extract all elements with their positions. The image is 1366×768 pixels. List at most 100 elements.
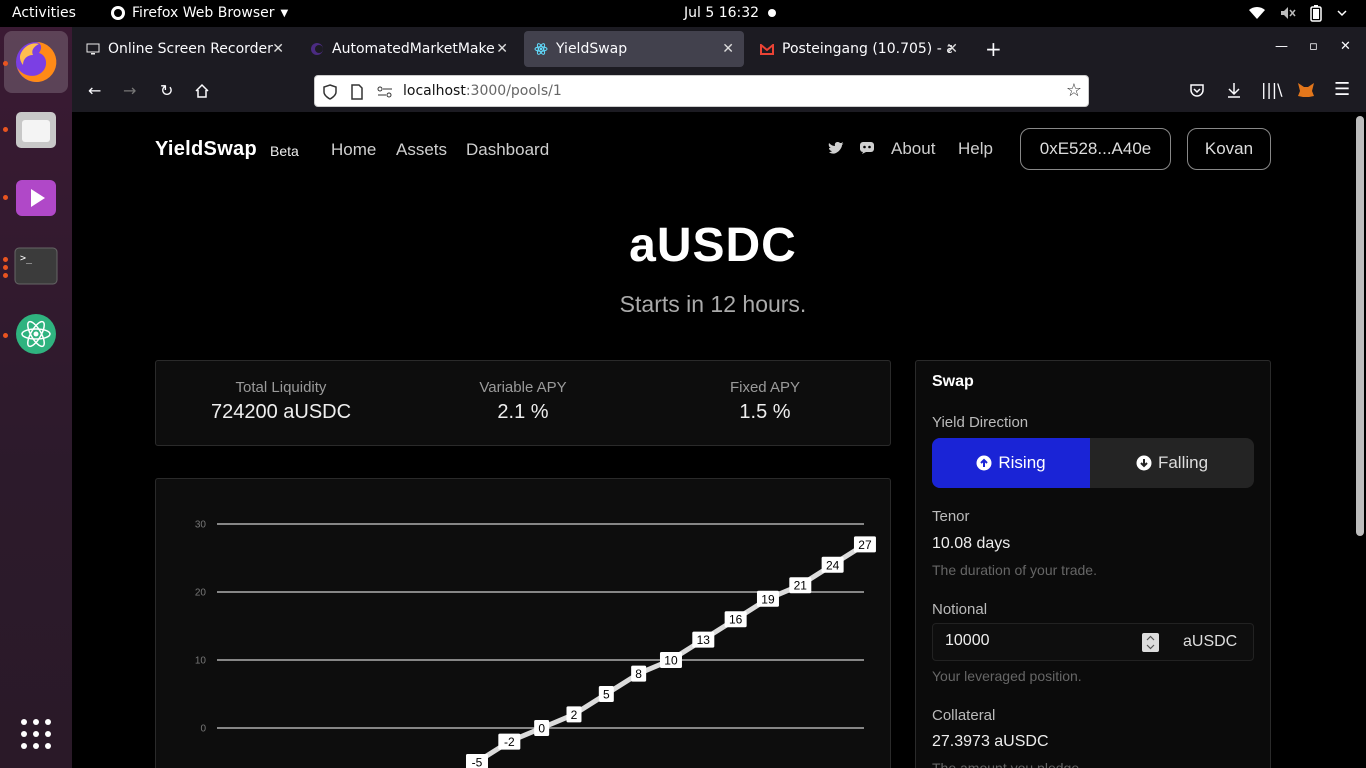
scrollbar[interactable] bbox=[1356, 116, 1364, 536]
wifi-icon bbox=[1249, 6, 1265, 19]
page-content: YieldSwap Beta Home Assets Dashboard Abo… bbox=[72, 112, 1366, 768]
notional-label: Notional bbox=[932, 601, 988, 618]
activities-button[interactable]: Activities bbox=[12, 5, 76, 21]
page-icon[interactable] bbox=[351, 84, 363, 100]
pocket-icon[interactable] bbox=[1189, 83, 1205, 99]
bookmark-star-icon[interactable]: ☆ bbox=[1066, 80, 1082, 101]
system-top-bar: Activities Firefox Web Browser ▼ Jul 5 1… bbox=[0, 0, 1366, 27]
clock[interactable]: Jul 5 16:32 bbox=[684, 5, 759, 21]
monitor-icon bbox=[86, 43, 100, 55]
falling-button[interactable]: Falling bbox=[1090, 438, 1254, 488]
browser-chrome: Online Screen Recorder ✕ AutomatedMarket… bbox=[72, 27, 1366, 112]
pool-subtitle: Starts in 12 hours. bbox=[619, 291, 807, 317]
power-menu-icon bbox=[1337, 10, 1347, 17]
wallet-address-button[interactable]: 0xE528...A40e bbox=[1020, 128, 1171, 170]
nav-about[interactable]: About bbox=[891, 139, 935, 159]
twitter-icon[interactable] bbox=[828, 141, 845, 155]
data-label: 13 bbox=[697, 633, 711, 647]
app-grid-icon bbox=[21, 719, 51, 749]
dock-show-apps[interactable] bbox=[4, 703, 68, 765]
stat-variable-apy: Variable APY 2.1 % bbox=[406, 379, 640, 424]
close-window-button[interactable]: ✕ bbox=[1340, 39, 1351, 54]
home-icon[interactable] bbox=[194, 83, 210, 99]
dock-media-player[interactable] bbox=[4, 167, 68, 229]
shield-icon[interactable] bbox=[323, 84, 337, 100]
nav-help[interactable]: Help bbox=[958, 139, 993, 159]
tenor-value: 10.08 days bbox=[932, 535, 1011, 552]
tab-automated-market-maker[interactable]: AutomatedMarketMaker ✕ bbox=[300, 31, 518, 67]
nav-assets[interactable]: Assets bbox=[396, 140, 447, 160]
running-indicator bbox=[3, 257, 8, 262]
data-label: 8 bbox=[635, 667, 642, 681]
battery-icon bbox=[1310, 5, 1322, 22]
url-text[interactable]: localhost:3000/pools/1 bbox=[403, 83, 562, 99]
gmail-icon bbox=[760, 43, 774, 55]
swap-title: Swap bbox=[932, 373, 974, 390]
firefox-icon bbox=[16, 41, 57, 82]
yield-direction-toggle: Rising Falling bbox=[932, 438, 1254, 488]
data-label: 24 bbox=[826, 558, 840, 572]
reload-button[interactable]: ↻ bbox=[160, 81, 173, 100]
url-path: :3000/pools/1 bbox=[465, 83, 562, 99]
running-indicator bbox=[3, 333, 8, 338]
notional-input[interactable] bbox=[945, 632, 1135, 650]
url-bar[interactable]: localhost:3000/pools/1 ☆ bbox=[314, 75, 1089, 107]
tab-online-screen-recorder[interactable]: Online Screen Recorder ✕ bbox=[76, 31, 294, 67]
collateral-value: 27.3973 aUSDC bbox=[932, 733, 1049, 750]
data-label: -2 bbox=[504, 735, 515, 749]
rising-button[interactable]: Rising bbox=[932, 438, 1090, 488]
minimize-button[interactable]: — bbox=[1275, 39, 1288, 54]
discord-icon[interactable] bbox=[859, 141, 875, 155]
swap-panel: Swap Yield Direction Rising Falling Teno… bbox=[915, 360, 1271, 768]
yield-chart: 0 10 20 30 -5 -2 0 2 5 8 10 13 16 19 21 24 27 bbox=[195, 520, 876, 768]
downloads-icon[interactable] bbox=[1226, 82, 1242, 99]
maximize-button[interactable]: ▫ bbox=[1309, 39, 1318, 54]
react-icon bbox=[534, 43, 548, 55]
tab-posteingang[interactable]: Posteingang (10.705) - ae ✕ bbox=[750, 31, 968, 67]
close-tab-icon[interactable]: ✕ bbox=[272, 41, 284, 57]
close-tab-icon[interactable]: ✕ bbox=[496, 41, 508, 57]
stat-label: Total Liquidity bbox=[235, 379, 327, 396]
data-label: 21 bbox=[794, 579, 808, 593]
tenor-label: Tenor bbox=[932, 508, 970, 525]
nav-toolbar: ← → ↻ localhost:3000/pools/1 ☆ |||\ ☰ bbox=[72, 71, 1366, 112]
tenor-help: The duration of your trade. bbox=[932, 562, 1097, 578]
close-tab-icon[interactable]: ✕ bbox=[722, 41, 734, 57]
data-label: 0 bbox=[538, 722, 545, 736]
dock-atom[interactable] bbox=[4, 303, 68, 365]
network-button[interactable]: Kovan bbox=[1187, 128, 1271, 170]
notional-stepper[interactable] bbox=[1142, 633, 1159, 652]
y-tick-label: 20 bbox=[195, 588, 207, 599]
media-player-icon bbox=[16, 180, 56, 216]
system-tray[interactable] bbox=[1248, 4, 1348, 22]
nav-dashboard[interactable]: Dashboard bbox=[466, 140, 549, 160]
dock-terminal[interactable]: >_ bbox=[4, 235, 68, 297]
pool-stats-card: Total Liquidity 724200 aUSDC Variable AP… bbox=[155, 360, 891, 446]
tab-yieldswap[interactable]: YieldSwap ✕ bbox=[524, 31, 744, 67]
nav-home[interactable]: Home bbox=[331, 140, 376, 160]
dock-firefox[interactable] bbox=[4, 31, 68, 93]
menu-icon[interactable]: ☰ bbox=[1334, 79, 1350, 100]
files-icon bbox=[16, 112, 56, 148]
library-icon[interactable]: |||\ bbox=[1261, 80, 1283, 99]
dock-files[interactable] bbox=[4, 99, 68, 161]
tab-title: YieldSwap bbox=[556, 41, 628, 57]
notional-help: Your leveraged position. bbox=[932, 668, 1082, 684]
notional-field: aUSDC bbox=[932, 623, 1254, 661]
tab-title: AutomatedMarketMaker bbox=[332, 41, 495, 57]
data-label: 16 bbox=[729, 613, 743, 627]
app-menu[interactable]: Firefox Web Browser ▼ bbox=[110, 5, 288, 21]
close-tab-icon[interactable]: ✕ bbox=[946, 41, 958, 57]
firefox-small-icon bbox=[111, 6, 125, 20]
running-indicator bbox=[3, 273, 8, 278]
forward-button[interactable]: → bbox=[123, 81, 136, 100]
stat-value: 724200 aUSDC bbox=[210, 401, 352, 423]
metamask-icon[interactable] bbox=[1297, 81, 1315, 99]
back-button[interactable]: ← bbox=[88, 81, 101, 100]
app-menu-label: Firefox Web Browser bbox=[132, 5, 275, 21]
new-tab-button[interactable]: + bbox=[985, 37, 1002, 61]
brand-logo[interactable]: YieldSwap bbox=[155, 138, 257, 161]
stat-value: 1.5 % bbox=[739, 401, 791, 423]
permissions-icon[interactable] bbox=[377, 86, 393, 98]
url-host: localhost bbox=[403, 83, 466, 99]
